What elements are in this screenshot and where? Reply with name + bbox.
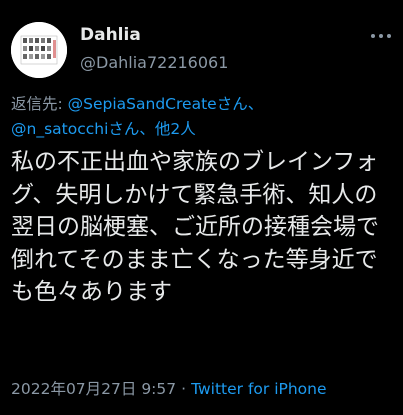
mention-link[interactable]: @n_satocchi (11, 120, 108, 138)
tweet: Dahlia @Dahlia72216061 返信先: @SepiaSandCr… (0, 0, 403, 415)
avatar[interactable] (11, 22, 67, 78)
reply-to-line-2: @n_satocchiさん、他2人 (11, 117, 196, 139)
others-link[interactable]: 他2人 (155, 120, 196, 138)
user-handle[interactable]: @Dahlia72216061 (80, 53, 228, 72)
display-name[interactable]: Dahlia (80, 25, 141, 45)
mention-suffix: さん、 (108, 120, 155, 138)
tweet-meta: 2022年07月27日 9:57 · Twitter for iPhone (11, 377, 327, 399)
mention-suffix: さん、 (216, 95, 264, 113)
separator: · (181, 380, 187, 398)
timestamp[interactable]: 2022年07月27日 9:57 (11, 380, 176, 398)
reply-prefix: 返信先: (11, 95, 68, 113)
reply-to-line: 返信先: @SepiaSandCreateさん、 (11, 92, 263, 114)
mention-link[interactable]: @SepiaSandCreate (68, 95, 217, 113)
source-link[interactable]: Twitter for iPhone (191, 380, 326, 398)
tweet-text: 私の不正出血や家族のブレインフォグ、失明しかけて緊急手術、知人の翌日の脳梗塞、ご… (11, 149, 379, 305)
avatar-image (11, 22, 67, 78)
more-dots-icon[interactable] (369, 24, 393, 48)
